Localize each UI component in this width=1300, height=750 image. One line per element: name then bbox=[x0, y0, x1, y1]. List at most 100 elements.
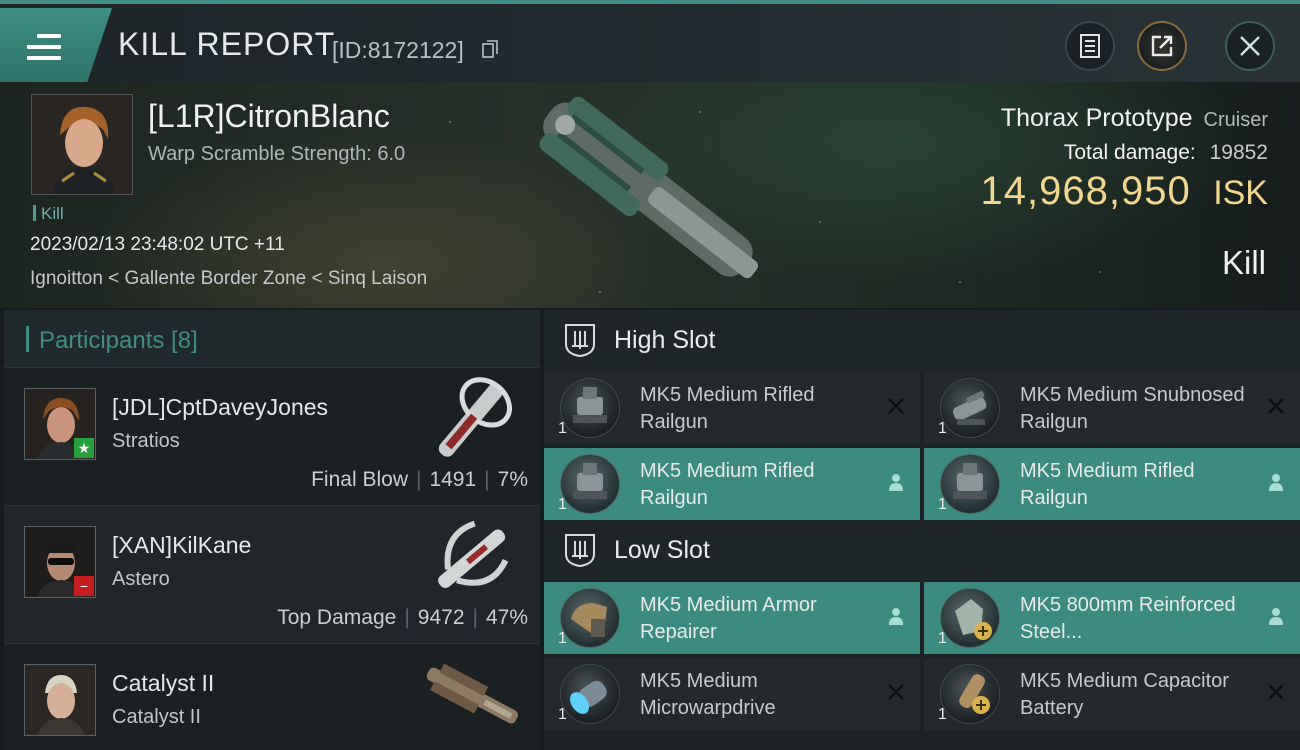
top-bar: KILL REPORT [ID:8172122] bbox=[0, 0, 1300, 82]
railgun-icon bbox=[940, 378, 1000, 438]
low-slot-header: Low Slot bbox=[544, 520, 1300, 582]
avatar[interactable]: ★ bbox=[24, 388, 96, 460]
participant-ship: Astero bbox=[112, 568, 170, 590]
participant-percent: 7% bbox=[497, 468, 528, 491]
module-name: MK5 Medium Capacitor Battery bbox=[1020, 670, 1229, 719]
high-slot-icon bbox=[565, 324, 595, 358]
module-name: MK5 800mm Reinforced Steel... bbox=[1020, 594, 1236, 643]
person-icon bbox=[889, 608, 903, 625]
participant-row[interactable]: ★ [JDL]CptDaveyJones Stratios Final Blow… bbox=[4, 368, 540, 506]
person-icon bbox=[1269, 474, 1283, 491]
module-quantity: 1 bbox=[938, 496, 947, 513]
module-quantity: 1 bbox=[938, 706, 947, 723]
microwarpdrive-icon bbox=[560, 664, 620, 724]
menu-button[interactable] bbox=[0, 8, 112, 82]
result-label: Kill bbox=[1221, 244, 1266, 281]
participant-ship-image bbox=[438, 520, 509, 589]
victim-name[interactable]: [L1R]CitronBlanc bbox=[148, 98, 390, 135]
participant-ship-image bbox=[438, 377, 512, 457]
page-title: KILL REPORT bbox=[118, 26, 336, 62]
participant-row[interactable]: Catalyst II Catalyst II bbox=[4, 644, 540, 750]
destroyed-icon bbox=[1268, 398, 1284, 414]
participant-damage: 9472 bbox=[417, 606, 465, 629]
participant-percent: 47% bbox=[485, 606, 528, 629]
isk-value: 14,968,950 bbox=[980, 169, 1191, 213]
railgun-icon bbox=[560, 378, 620, 438]
module-item[interactable]: 1 MK5 Medium Snubnosed Railgun bbox=[924, 372, 1300, 444]
module-name: MK5 Medium Armor Repairer bbox=[640, 594, 817, 643]
participants-panel: Participants [8] ★ [JDL]CptDaveyJones St… bbox=[4, 310, 540, 750]
copy-icon[interactable] bbox=[482, 40, 498, 58]
capacitor-battery-icon bbox=[940, 664, 1000, 724]
victim-ship-image bbox=[539, 96, 759, 279]
participant-row[interactable]: − [XAN]KilKane Astero Top Damage | 9472 | 47… bbox=[4, 506, 540, 644]
isk-unit: ISK bbox=[1213, 174, 1268, 212]
high-slot-header: High Slot bbox=[544, 310, 1300, 372]
low-slot-icon bbox=[565, 534, 595, 568]
module-item[interactable]: 1 MK5 Medium Armor Repairer bbox=[544, 582, 920, 654]
avatar[interactable]: − bbox=[24, 526, 96, 598]
victim-panel: [L1R]CitronBlanc Warp Scramble Strength:… bbox=[0, 82, 1300, 308]
railgun-icon bbox=[560, 454, 620, 514]
total-damage-value: 19852 bbox=[1209, 141, 1268, 164]
avatar[interactable] bbox=[24, 664, 96, 736]
close-button[interactable] bbox=[1225, 21, 1275, 71]
participant-role: Final Blow bbox=[311, 468, 408, 491]
star-icon: ★ bbox=[74, 438, 94, 458]
destroyed-icon bbox=[888, 684, 904, 700]
low-slot-label: Low Slot bbox=[614, 536, 710, 564]
kill-tag: Kill bbox=[33, 204, 64, 224]
module-quantity: 1 bbox=[938, 630, 947, 647]
log-button[interactable] bbox=[1065, 21, 1115, 71]
participant-role: Top Damage bbox=[277, 606, 397, 629]
module-item[interactable]: 1 MK5 Medium Rifled Railgun bbox=[544, 372, 920, 444]
participant-name[interactable]: Catalyst II bbox=[112, 670, 214, 697]
participant-name[interactable]: [JDL]CptDaveyJones bbox=[112, 394, 328, 421]
share-icon bbox=[1151, 35, 1173, 57]
participant-ship-image bbox=[426, 663, 519, 724]
minus-icon: − bbox=[74, 576, 94, 596]
module-quantity: 1 bbox=[558, 496, 567, 513]
report-id: [ID:8172122] bbox=[332, 37, 464, 63]
participants-header[interactable]: Participants [8] bbox=[4, 310, 540, 368]
participant-stats: Top Damage | 9472 | 47% bbox=[277, 606, 528, 629]
module-item[interactable]: 1 MK5 Medium Rifled Railgun bbox=[544, 448, 920, 520]
module-item[interactable]: 1 MK5 800mm Reinforced Steel... bbox=[924, 582, 1300, 654]
module-quantity: 1 bbox=[938, 420, 947, 437]
kill-location[interactable]: Ignoitton < Gallente Border Zone < Sinq … bbox=[30, 268, 427, 290]
share-button[interactable] bbox=[1137, 21, 1187, 71]
module-item[interactable]: 1 MK5 Medium Capacitor Battery bbox=[924, 658, 1300, 730]
module-name: MK5 Medium Rifled Railgun bbox=[1020, 460, 1195, 509]
document-icon bbox=[1080, 34, 1100, 58]
participant-ship: Stratios bbox=[112, 430, 180, 452]
high-slot-label: High Slot bbox=[614, 326, 716, 354]
ship-info: Thorax Prototype Cruiser Total damage: 1… bbox=[981, 104, 1268, 214]
destroyed-icon bbox=[888, 398, 904, 414]
railgun-icon bbox=[940, 454, 1000, 514]
kill-timestamp: 2023/02/13 23:48:02 UTC +11 bbox=[30, 234, 285, 255]
total-damage-label: Total damage: bbox=[1063, 141, 1196, 164]
module-quantity: 1 bbox=[558, 420, 567, 437]
module-name: MK5 Medium Rifled Railgun bbox=[640, 460, 815, 509]
module-item[interactable]: 1 MK5 Medium Microwarpdrive bbox=[544, 658, 920, 730]
destroyed-icon bbox=[1268, 684, 1284, 700]
ship-class: Cruiser bbox=[1203, 109, 1268, 131]
participant-damage: 1491 bbox=[429, 468, 477, 491]
ship-name[interactable]: Thorax Prototype bbox=[1001, 104, 1193, 132]
fitting-panel: High Slot 1 MK5 Medium Rifled Railgun 1 … bbox=[544, 310, 1300, 750]
warp-scramble-strength: Warp Scramble Strength: 6.0 bbox=[148, 143, 406, 165]
module-quantity: 1 bbox=[558, 706, 567, 723]
participant-name[interactable]: [XAN]KilKane bbox=[112, 532, 251, 559]
module-quantity: 1 bbox=[558, 630, 567, 647]
participant-ship: Catalyst II bbox=[112, 706, 201, 728]
module-name: MK5 Medium Microwarpdrive bbox=[640, 670, 776, 719]
victim-avatar[interactable] bbox=[31, 94, 133, 195]
participant-stats: Final Blow | 1491 | 7% bbox=[311, 468, 528, 491]
module-item[interactable]: 1 MK5 Medium Rifled Railgun bbox=[924, 448, 1300, 520]
low-slot-modules: 1 MK5 Medium Armor Repairer 1 MK5 800mm … bbox=[544, 582, 1300, 730]
person-icon bbox=[1269, 608, 1283, 625]
hamburger-icon bbox=[27, 34, 61, 60]
armor-repairer-icon bbox=[560, 588, 620, 648]
armor-plate-icon bbox=[940, 588, 1000, 648]
high-slot-modules: 1 MK5 Medium Rifled Railgun 1 MK5 Medium… bbox=[544, 372, 1300, 520]
